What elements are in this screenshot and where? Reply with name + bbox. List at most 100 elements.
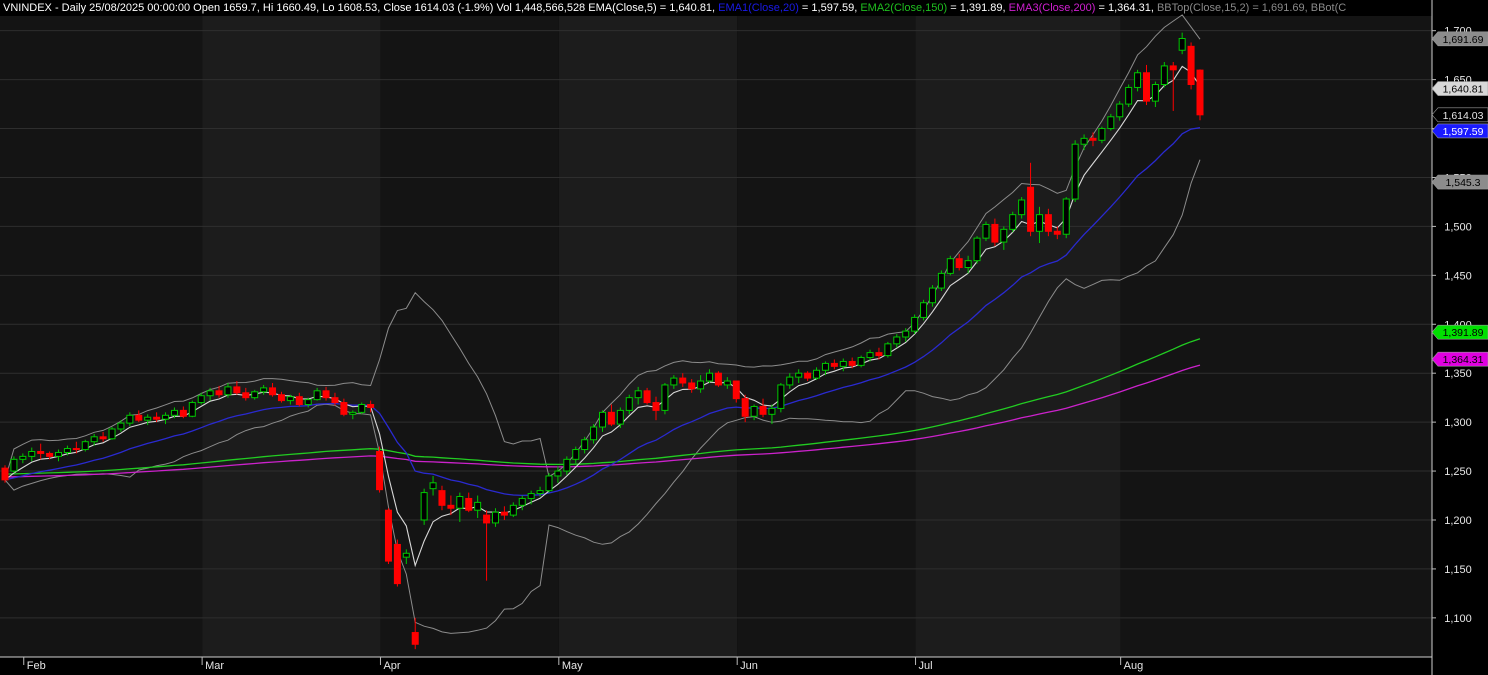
- candle-up: [108, 427, 116, 440]
- x-tick-label: May: [562, 660, 583, 672]
- candle-body: [376, 450, 384, 491]
- candle-up: [10, 456, 18, 474]
- candle-body: [233, 386, 241, 394]
- header-segment: EMA3(Close,200): [1009, 2, 1096, 14]
- candle-body: [491, 511, 499, 524]
- value-tag: 1,691.69: [1431, 31, 1488, 47]
- candle-body: [295, 396, 303, 406]
- candle-body: [786, 376, 794, 386]
- candle-body: [1187, 45, 1195, 86]
- candle-body: [277, 394, 285, 402]
- candle-body: [1178, 38, 1186, 51]
- candle-body: [563, 458, 571, 472]
- candle-body: [759, 405, 767, 415]
- x-tick-label: Apr: [383, 660, 400, 672]
- candle-body: [839, 360, 847, 367]
- candle-body: [723, 380, 731, 386]
- candle-body: [340, 402, 348, 415]
- candle-body: [322, 390, 330, 399]
- candle-body: [982, 223, 990, 239]
- candle-body: [10, 458, 18, 472]
- candle-body: [697, 380, 705, 390]
- candle-body: [179, 409, 187, 417]
- value-tag: 1,391.89: [1431, 324, 1488, 340]
- x-tick-label: Jul: [919, 660, 933, 672]
- candle-down: [1, 465, 9, 483]
- x-tick-label: Jun: [740, 660, 758, 672]
- value-tag-label: 1,545.3: [1445, 177, 1480, 189]
- y-tick-label: 1,500: [1444, 221, 1472, 233]
- candle-body: [90, 436, 98, 443]
- candle-body: [1196, 69, 1204, 116]
- candle-body: [518, 497, 526, 506]
- candle-body: [1080, 137, 1088, 145]
- x-tick-label: Aug: [1124, 660, 1144, 672]
- candle-body: [384, 509, 392, 562]
- candle-body: [964, 260, 972, 269]
- candle-body: [1044, 214, 1052, 232]
- candle-body: [607, 411, 615, 425]
- candle-body: [643, 390, 651, 404]
- candle-body: [215, 390, 223, 396]
- y-tick-label: 1,450: [1444, 270, 1472, 282]
- candle-body: [358, 404, 366, 413]
- candle-body: [688, 382, 696, 390]
- value-tag-label: 1,597.59: [1443, 126, 1484, 138]
- candle-body: [162, 414, 170, 420]
- candle-body: [1134, 72, 1142, 88]
- month-band: [0, 16, 203, 657]
- candle-body: [581, 439, 589, 451]
- candle-body: [81, 441, 89, 451]
- candle-body: [108, 428, 116, 440]
- candle-body: [170, 409, 178, 416]
- value-tag: 1,545.3: [1431, 174, 1488, 190]
- header-segment: EMA(Close,5) = 1,640.81,: [588, 2, 718, 14]
- candle-up: [358, 402, 366, 415]
- candle-body: [714, 372, 722, 386]
- candle-body: [188, 402, 196, 417]
- candle-body: [821, 362, 829, 371]
- candle-body: [420, 492, 428, 521]
- header-segment: = 1,364.31,: [1095, 2, 1156, 14]
- candle-body: [813, 369, 821, 379]
- candle-body: [1169, 65, 1177, 71]
- candle-body: [331, 397, 339, 404]
- candle-body: [429, 482, 437, 490]
- candle-up: [1062, 197, 1070, 239]
- y-tick-label: 1,300: [1444, 417, 1472, 429]
- candle-up: [920, 299, 928, 321]
- candle-up: [1009, 211, 1017, 233]
- candle-body: [286, 396, 294, 402]
- y-tick-label: 1,150: [1444, 564, 1472, 576]
- candle-body: [153, 416, 161, 420]
- candle-body: [1160, 65, 1168, 86]
- candle-body: [28, 450, 36, 457]
- candle-body: [928, 287, 936, 304]
- x-tick-label: Mar: [205, 660, 224, 672]
- candle-body: [269, 387, 277, 396]
- candle-down: [643, 387, 651, 405]
- candle-body: [206, 390, 214, 397]
- candle-body: [1009, 214, 1017, 230]
- candle-up: [946, 255, 954, 276]
- candle-body: [1053, 230, 1061, 235]
- candle-up: [661, 382, 669, 415]
- candle-body: [1071, 143, 1079, 200]
- candle-body: [768, 407, 776, 415]
- value-tag-label: 1,614.03: [1443, 110, 1484, 122]
- candle-body: [732, 380, 740, 400]
- candle-body: [349, 411, 357, 415]
- candle-body: [242, 392, 250, 399]
- candle-body: [875, 352, 883, 357]
- month-bands: [0, 16, 1432, 657]
- header-segment: EMA1(Close,20): [718, 2, 799, 14]
- candle-down: [384, 508, 392, 565]
- candle-body: [474, 501, 482, 511]
- candle-body: [135, 414, 143, 421]
- candle-body: [483, 514, 491, 524]
- candle-body: [893, 336, 901, 345]
- candle-body: [536, 490, 544, 495]
- candle-body: [973, 237, 981, 262]
- month-band: [915, 16, 1121, 657]
- candle-up: [545, 473, 553, 493]
